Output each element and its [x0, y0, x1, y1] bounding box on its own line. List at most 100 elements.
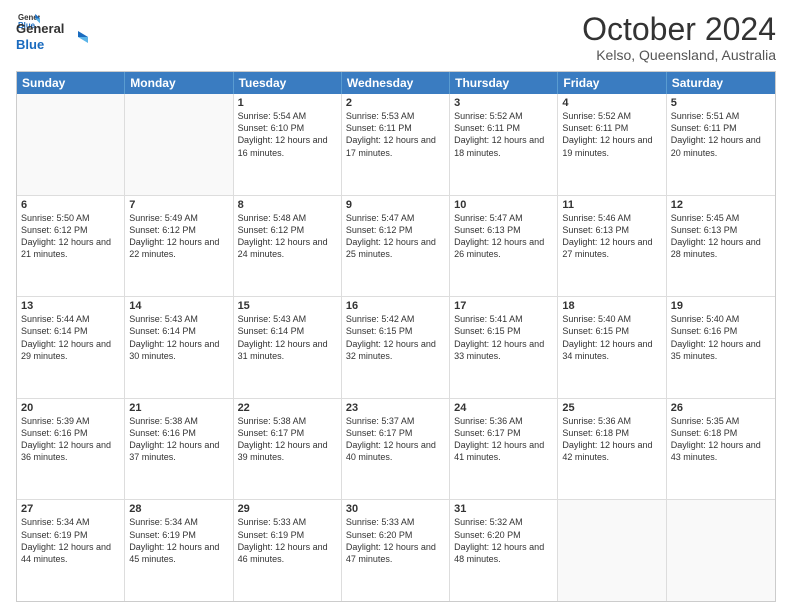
day-number: 28	[129, 503, 228, 515]
calendar-cell: 20Sunrise: 5:39 AM Sunset: 6:16 PM Dayli…	[17, 399, 125, 500]
day-info: Sunrise: 5:33 AM Sunset: 6:20 PM Dayligh…	[346, 516, 445, 565]
day-number: 9	[346, 199, 445, 211]
calendar-header: SundayMondayTuesdayWednesdayThursdayFrid…	[17, 72, 775, 94]
day-number: 13	[21, 300, 120, 312]
day-info: Sunrise: 5:38 AM Sunset: 6:16 PM Dayligh…	[129, 415, 228, 464]
calendar-row-4: 20Sunrise: 5:39 AM Sunset: 6:16 PM Dayli…	[17, 398, 775, 500]
calendar-cell: 31Sunrise: 5:32 AM Sunset: 6:20 PM Dayli…	[450, 500, 558, 601]
calendar-cell: 1Sunrise: 5:54 AM Sunset: 6:10 PM Daylig…	[234, 94, 342, 195]
calendar-cell: 14Sunrise: 5:43 AM Sunset: 6:14 PM Dayli…	[125, 297, 233, 398]
day-number: 4	[562, 97, 661, 109]
calendar-cell: 29Sunrise: 5:33 AM Sunset: 6:19 PM Dayli…	[234, 500, 342, 601]
header-day-sunday: Sunday	[17, 72, 125, 94]
day-number: 3	[454, 97, 553, 109]
day-info: Sunrise: 5:34 AM Sunset: 6:19 PM Dayligh…	[129, 516, 228, 565]
day-number: 29	[238, 503, 337, 515]
day-number: 10	[454, 199, 553, 211]
header-day-tuesday: Tuesday	[234, 72, 342, 94]
day-info: Sunrise: 5:46 AM Sunset: 6:13 PM Dayligh…	[562, 212, 661, 261]
calendar-cell: 2Sunrise: 5:53 AM Sunset: 6:11 PM Daylig…	[342, 94, 450, 195]
calendar-cell: 17Sunrise: 5:41 AM Sunset: 6:15 PM Dayli…	[450, 297, 558, 398]
day-info: Sunrise: 5:36 AM Sunset: 6:17 PM Dayligh…	[454, 415, 553, 464]
calendar-cell: 11Sunrise: 5:46 AM Sunset: 6:13 PM Dayli…	[558, 196, 666, 297]
calendar-cell: 19Sunrise: 5:40 AM Sunset: 6:16 PM Dayli…	[667, 297, 775, 398]
day-number: 27	[21, 503, 120, 515]
day-info: Sunrise: 5:48 AM Sunset: 6:12 PM Dayligh…	[238, 212, 337, 261]
calendar-cell: 22Sunrise: 5:38 AM Sunset: 6:17 PM Dayli…	[234, 399, 342, 500]
calendar-row-5: 27 Sunrise: 5:34 AM Sunset: 6:19 PM Dayli…	[17, 499, 775, 601]
day-number: 15	[238, 300, 337, 312]
day-info: Sunrise: 5:36 AM Sunset: 6:18 PM Dayligh…	[562, 415, 661, 464]
logo-line2: Blue	[16, 37, 64, 53]
day-info: Sunrise: 5:51 AM Sunset: 6:11 PM Dayligh…	[671, 110, 771, 159]
day-number: 17	[454, 300, 553, 312]
calendar-cell: 5Sunrise: 5:51 AM Sunset: 6:11 PM Daylig…	[667, 94, 775, 195]
day-info: Sunrise: 5:49 AM Sunset: 6:12 PM Dayligh…	[129, 212, 228, 261]
day-number: 5	[671, 97, 771, 109]
logo: General Blue General Blue	[16, 12, 88, 52]
calendar-cell: 6Sunrise: 5:50 AM Sunset: 6:12 PM Daylig…	[17, 196, 125, 297]
day-number: 11	[562, 199, 661, 211]
day-number: 18	[562, 300, 661, 312]
title-block: October 2024 Kelso, Queensland, Australi…	[582, 12, 776, 63]
calendar-cell: 4Sunrise: 5:52 AM Sunset: 6:11 PM Daylig…	[558, 94, 666, 195]
day-number: 22	[238, 402, 337, 414]
day-number: 1	[238, 97, 337, 109]
day-info: Sunrise: 5:43 AM Sunset: 6:14 PM Dayligh…	[238, 313, 337, 362]
day-number: 2	[346, 97, 445, 109]
calendar-cell: 16Sunrise: 5:42 AM Sunset: 6:15 PM Dayli…	[342, 297, 450, 398]
day-number: 14	[129, 300, 228, 312]
calendar-row-2: 6Sunrise: 5:50 AM Sunset: 6:12 PM Daylig…	[17, 195, 775, 297]
calendar-cell: 21Sunrise: 5:38 AM Sunset: 6:16 PM Dayli…	[125, 399, 233, 500]
location: Kelso, Queensland, Australia	[582, 47, 776, 63]
page: General Blue General Blue	[0, 0, 792, 612]
logo-line1: General	[16, 21, 64, 37]
calendar-cell: 26Sunrise: 5:35 AM Sunset: 6:18 PM Dayli…	[667, 399, 775, 500]
day-number: 20	[21, 402, 120, 414]
day-info: Sunrise: 5:52 AM Sunset: 6:11 PM Dayligh…	[454, 110, 553, 159]
day-info: Sunrise: 5:47 AM Sunset: 6:13 PM Dayligh…	[454, 212, 553, 261]
calendar-cell: 27Sunrise: 5:34 AM Sunset: 6:19 PM Dayli…	[17, 500, 125, 601]
day-info: Sunrise: 5:40 AM Sunset: 6:15 PM Dayligh…	[562, 313, 661, 362]
calendar-cell: 23Sunrise: 5:37 AM Sunset: 6:17 PM Dayli…	[342, 399, 450, 500]
day-info: Sunrise: 5:39 AM Sunset: 6:16 PM Dayligh…	[21, 415, 120, 464]
calendar-cell: 28Sunrise: 5:34 AM Sunset: 6:19 PM Dayli…	[125, 500, 233, 601]
day-info: Sunrise: 5:47 AM Sunset: 6:12 PM Dayligh…	[346, 212, 445, 261]
calendar-row-1: 1Sunrise: 5:54 AM Sunset: 6:10 PM Daylig…	[17, 94, 775, 195]
calendar-cell: 12Sunrise: 5:45 AM Sunset: 6:13 PM Dayli…	[667, 196, 775, 297]
calendar-cell: 7Sunrise: 5:49 AM Sunset: 6:12 PM Daylig…	[125, 196, 233, 297]
header-day-friday: Friday	[558, 72, 666, 94]
header-day-thursday: Thursday	[450, 72, 558, 94]
day-info: Sunrise: 5:44 AM Sunset: 6:14 PM Dayligh…	[21, 313, 120, 362]
calendar-cell: 10Sunrise: 5:47 AM Sunset: 6:13 PM Dayli…	[450, 196, 558, 297]
logo-bird-icon	[68, 27, 88, 47]
day-number: 30	[346, 503, 445, 515]
day-number: 26	[671, 402, 771, 414]
day-number: 21	[129, 402, 228, 414]
day-info: Sunrise: 5:53 AM Sunset: 6:11 PM Dayligh…	[346, 110, 445, 159]
day-number: 19	[671, 300, 771, 312]
day-number: 16	[346, 300, 445, 312]
day-number: 31	[454, 503, 553, 515]
header-day-monday: Monday	[125, 72, 233, 94]
calendar-cell	[17, 94, 125, 195]
day-number: 12	[671, 199, 771, 211]
day-info: Sunrise: 5:35 AM Sunset: 6:18 PM Dayligh…	[671, 415, 771, 464]
header-day-wednesday: Wednesday	[342, 72, 450, 94]
calendar-body: 1Sunrise: 5:54 AM Sunset: 6:10 PM Daylig…	[17, 94, 775, 601]
day-number: 7	[129, 199, 228, 211]
day-number: 8	[238, 199, 337, 211]
calendar-cell: 15Sunrise: 5:43 AM Sunset: 6:14 PM Dayli…	[234, 297, 342, 398]
day-info: Sunrise: 5:45 AM Sunset: 6:13 PM Dayligh…	[671, 212, 771, 261]
day-info: Sunrise: 5:50 AM Sunset: 6:12 PM Dayligh…	[21, 212, 120, 261]
calendar-cell	[125, 94, 233, 195]
day-info: Sunrise: 5:32 AM Sunset: 6:20 PM Dayligh…	[454, 516, 553, 565]
calendar-cell: 18Sunrise: 5:40 AM Sunset: 6:15 PM Dayli…	[558, 297, 666, 398]
calendar-cell: 13Sunrise: 5:44 AM Sunset: 6:14 PM Dayli…	[17, 297, 125, 398]
calendar-cell	[558, 500, 666, 601]
calendar-row-3: 13Sunrise: 5:44 AM Sunset: 6:14 PM Dayli…	[17, 296, 775, 398]
day-info: Sunrise: 5:42 AM Sunset: 6:15 PM Dayligh…	[346, 313, 445, 362]
day-info: Sunrise: 5:33 AM Sunset: 6:19 PM Dayligh…	[238, 516, 337, 565]
day-number: 6	[21, 199, 120, 211]
calendar-cell	[667, 500, 775, 601]
